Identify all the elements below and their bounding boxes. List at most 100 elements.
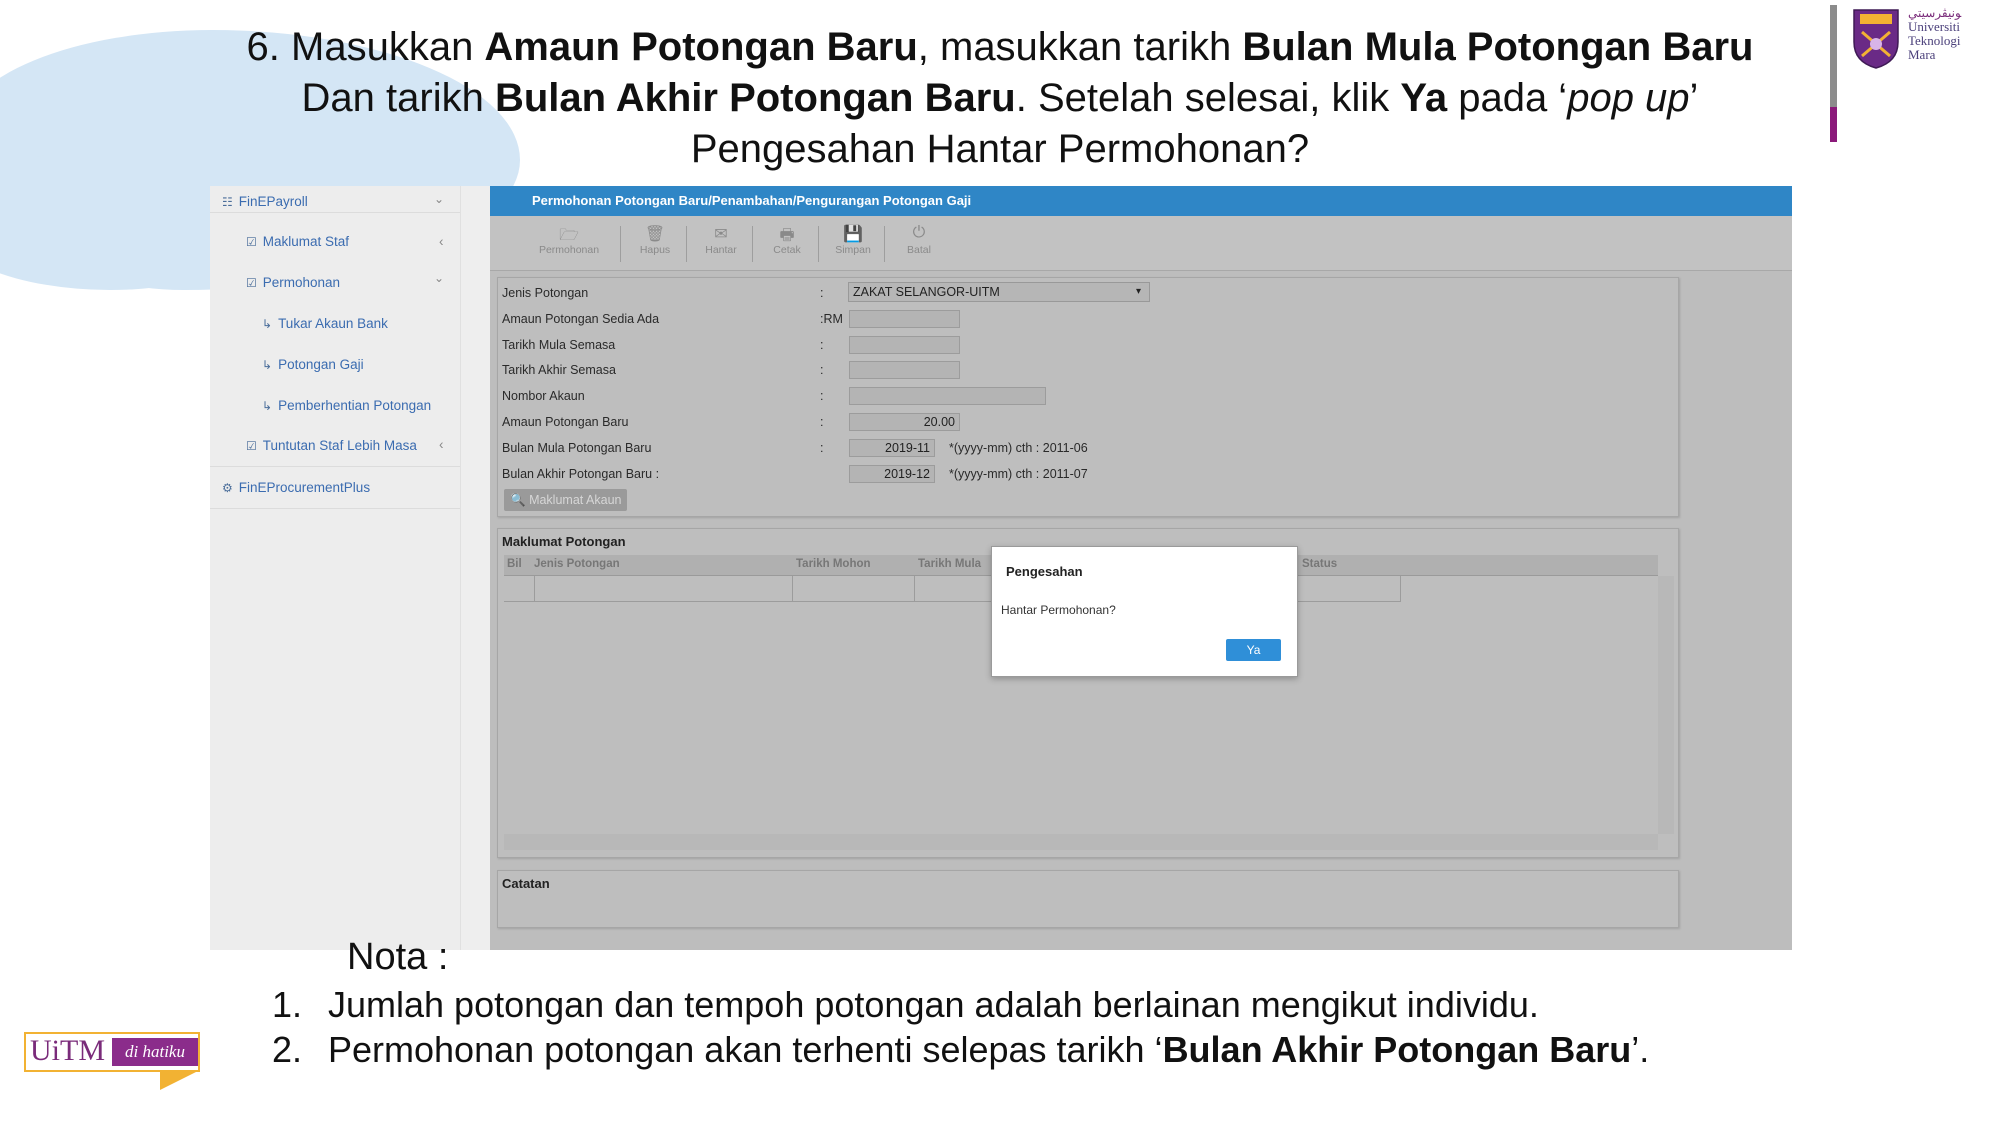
tarikh-akhir-semasa-field bbox=[849, 361, 960, 379]
users-icon: ⚙ bbox=[222, 480, 233, 495]
badge-brand: UiTM bbox=[30, 1034, 105, 1067]
ya-button[interactable]: Ya bbox=[1226, 639, 1281, 661]
envelope-icon: ✉ bbox=[714, 226, 728, 243]
toolbar-separator bbox=[686, 226, 687, 262]
grid-line bbox=[914, 576, 915, 602]
toolbar-cetak-button[interactable]: 🖶 Cetak bbox=[754, 216, 820, 270]
sidebar-divider bbox=[210, 212, 460, 213]
field-label: Bulan Akhir Potongan Baru : bbox=[502, 467, 660, 481]
note-text: Jumlah potongan dan tempoh potongan adal… bbox=[328, 984, 1539, 1025]
toolbar-button-label: Batal bbox=[907, 244, 931, 256]
sidebar-item-label: FinEPayroll bbox=[238, 194, 308, 209]
grid-line bbox=[534, 576, 535, 602]
trash-icon: 🗑 bbox=[644, 226, 666, 243]
column-header: Bil bbox=[507, 558, 522, 570]
check-square-icon: ☑ bbox=[246, 275, 257, 290]
note-text-bold: Bulan Akhir Potongan Baru bbox=[1162, 1029, 1632, 1070]
button-label: Maklumat Akaun bbox=[529, 493, 622, 507]
note-text-part: Permohonan potongan akan terhenti selepa… bbox=[328, 1029, 1163, 1070]
field-colon: : bbox=[820, 363, 824, 377]
chevron-down-icon[interactable]: ⌄ bbox=[434, 192, 444, 206]
field-label: Nombor Akaun bbox=[502, 389, 585, 403]
toolbar-button-label: Permohonan bbox=[538, 244, 600, 256]
vertical-scrollbar[interactable] bbox=[1658, 576, 1674, 834]
sidebar-item-label: Potongan Gaji bbox=[278, 357, 364, 372]
sidebar-item-tuntutan-staf[interactable]: ☑ Tuntutan Staf Lebih Masa bbox=[246, 438, 417, 453]
badge-tagline: di hatiku bbox=[112, 1038, 198, 1066]
chevron-down-icon[interactable]: ⌄ bbox=[434, 271, 444, 285]
window-titlebar: Permohonan Potongan Baru/Penambahan/Peng… bbox=[490, 186, 1792, 216]
note-text-part: ’. bbox=[1631, 1029, 1650, 1070]
note-number: 2. bbox=[272, 1029, 303, 1070]
logo-divider-accent bbox=[1830, 107, 1837, 142]
sidebar-divider bbox=[210, 508, 460, 509]
heading-text: ’ bbox=[1689, 76, 1699, 120]
field-colon: : bbox=[820, 415, 824, 429]
check-square-icon: ☑ bbox=[246, 438, 257, 453]
heading-text: , masukkan tarikh bbox=[917, 25, 1243, 69]
heading-line-2: Dan tarikh Bulan Akhir Potongan Baru. Se… bbox=[200, 73, 1800, 124]
toolbar-button-label: Cetak bbox=[773, 244, 801, 256]
column-header: Status bbox=[1302, 558, 1338, 570]
check-square-icon: ☑ bbox=[246, 234, 257, 249]
bulan-akhir-potongan-baru-input[interactable]: 2019-12 bbox=[849, 465, 935, 483]
sidebar bbox=[210, 186, 461, 950]
toolbar-hapus-button[interactable]: 🗑 Hapus bbox=[622, 216, 688, 270]
select-value: ZAKAT SELANGOR-UITM bbox=[853, 285, 1000, 299]
sidebar-item-tukar-akaun-bank[interactable]: ↳ Tukar Akaun Bank bbox=[262, 316, 388, 331]
wordmark-jawi: ﻮﻧﻴﭭﺮﺳﻴﺘﻲ bbox=[1908, 6, 1962, 20]
toolbar-hantar-button[interactable]: ✉ Hantar bbox=[688, 216, 754, 270]
heading-bold: Amaun Potongan Baru bbox=[484, 25, 918, 69]
sidebar-item-label: Tukar Akaun Bank bbox=[278, 316, 388, 331]
sidebar-item-finepayroll[interactable]: ☷ FinEPayroll bbox=[222, 194, 308, 209]
field-colon: : bbox=[820, 286, 824, 300]
jenis-potongan-select[interactable]: ZAKAT SELANGOR-UITM ▾ bbox=[848, 282, 1150, 302]
university-wordmark: ﻮﻧﻴﭭﺮﺳﻴﺘﻲ Universiti Teknologi Mara bbox=[1908, 6, 2000, 62]
window-title: Permohonan Potongan Baru/Penambahan/Peng… bbox=[532, 193, 972, 208]
heading-text: 6. Masukkan bbox=[246, 25, 485, 69]
toolbar-permohonan-button[interactable]: 🗁 Permohonan bbox=[536, 216, 602, 270]
field-label: Tarikh Akhir Semasa bbox=[502, 363, 616, 377]
maklumat-akaun-button[interactable]: 🔍 Maklumat Akaun bbox=[504, 489, 628, 511]
wordmark-line: Teknologi bbox=[1908, 33, 1961, 48]
wordmark-line: Mara bbox=[1908, 47, 1936, 62]
toolbar-batal-button[interactable]: ⏻ Batal bbox=[886, 216, 952, 270]
field-label: Tarikh Mula Semasa bbox=[502, 338, 616, 352]
toolbar: 🗁 Permohonan 🗑 Hapus ✉ Hantar 🖶 Cetak 💾 Simpa… bbox=[490, 216, 1792, 271]
folder-open-icon: 🗁 bbox=[559, 227, 579, 244]
note-item: 2. Permohonan potongan akan terhenti sel… bbox=[272, 1029, 1722, 1073]
field-label: Jenis Potongan bbox=[502, 286, 589, 300]
toolbar-separator bbox=[884, 226, 885, 262]
sidebar-item-permohonan[interactable]: ☑ Permohonan bbox=[246, 275, 340, 290]
heading-bold: Bulan Akhir Potongan Baru bbox=[494, 76, 1016, 120]
sidebar-item-label: Permohonan bbox=[262, 275, 341, 290]
field-colon: : bbox=[820, 389, 824, 403]
power-icon: ⏻ bbox=[912, 224, 926, 241]
toolbar-simpan-button[interactable]: 💾 Simpan bbox=[820, 216, 886, 270]
field-colon: :RM bbox=[820, 312, 843, 326]
sidebar-item-fineprocurementplus[interactable]: ⚙ FinEProcurementPlus bbox=[222, 480, 370, 495]
print-icon: 🖶 bbox=[779, 227, 795, 244]
chevron-left-icon[interactable]: ‹ bbox=[439, 234, 444, 249]
badge-tail bbox=[160, 1070, 200, 1090]
bulan-mula-potongan-baru-input[interactable]: 2019-11 bbox=[849, 439, 935, 457]
uitm-dihatiku-badge: UiTM di hatiku bbox=[24, 1032, 200, 1072]
sidebar-item-maklumat-staf[interactable]: ☑ Maklumat Staf bbox=[246, 234, 349, 249]
date-format-hint: *(yyyy-mm) cth : 2011-06 bbox=[949, 441, 1088, 455]
amaun-potongan-baru-input[interactable]: 20.00 bbox=[849, 413, 960, 431]
sidebar-item-potongan-gaji[interactable]: ↳ Potongan Gaji bbox=[262, 357, 364, 372]
chevron-left-icon[interactable]: ‹ bbox=[439, 437, 444, 452]
field-label: Amaun Potongan Sedia Ada bbox=[502, 312, 660, 326]
field-label: Amaun Potongan Baru bbox=[502, 415, 629, 429]
toolbar-separator bbox=[818, 226, 819, 262]
dialog-message: Hantar Permohonan? bbox=[1001, 603, 1116, 617]
horizontal-scrollbar[interactable] bbox=[504, 834, 1658, 850]
sidebar-item-pemberhentian-potongan[interactable]: ↳ Pemberhentian Potongan bbox=[262, 398, 431, 413]
heading-italic: pop up bbox=[1567, 76, 1690, 120]
section-title: Catatan bbox=[502, 876, 550, 891]
heading-text: . Setelah selesai, klik bbox=[1015, 76, 1401, 120]
amaun-sedia-ada-field bbox=[849, 310, 960, 328]
note-item: 1. Jumlah potongan dan tempoh potongan a… bbox=[272, 984, 1672, 1028]
heading-line-1: 6. Masukkan Amaun Potongan Baru, masukka… bbox=[200, 22, 1800, 73]
grid-line bbox=[1400, 576, 1401, 602]
